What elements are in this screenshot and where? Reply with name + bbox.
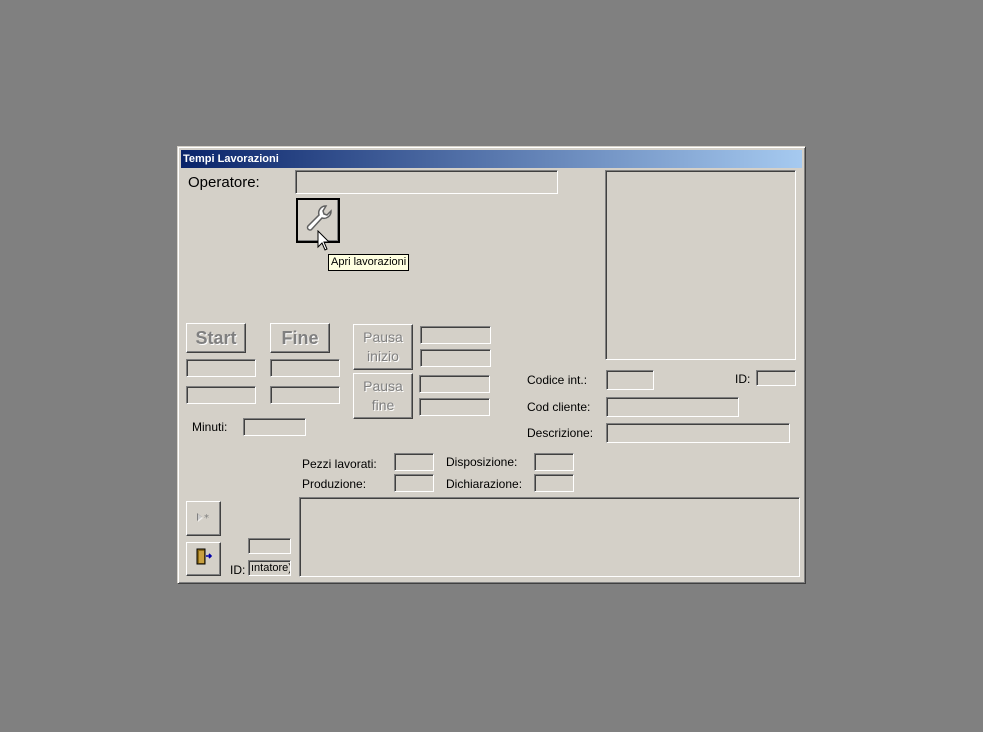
pausa-fine-field-2[interactable] xyxy=(419,398,490,416)
tempi-lavorazioni-window: Tempi Lavorazioni Operatore: Apri lavora… xyxy=(177,146,806,584)
footer-field-top[interactable] xyxy=(248,538,291,554)
start-button[interactable]: Start xyxy=(186,323,246,353)
disposizione-label: Disposizione: xyxy=(446,455,518,469)
pezzi-lavorati-field[interactable] xyxy=(394,453,434,471)
pausa-inizio-button[interactable]: Pausa inizio xyxy=(353,324,413,370)
pausa-fine-button[interactable]: Pausa fine xyxy=(353,373,413,419)
minuti-field[interactable] xyxy=(243,418,306,436)
fine-time-field[interactable] xyxy=(270,386,340,404)
title-bar[interactable]: Tempi Lavorazioni xyxy=(181,150,802,168)
notes-area[interactable] xyxy=(299,497,800,577)
footer-id-field[interactable]: ıntatore) xyxy=(248,560,291,576)
tooltip: Apri lavorazioni xyxy=(328,254,410,271)
dichiarazione-field[interactable] xyxy=(534,474,574,492)
start-date-field[interactable] xyxy=(186,359,256,377)
dichiarazione-label: Dichiarazione: xyxy=(446,477,523,491)
fine-date-field[interactable] xyxy=(270,359,340,377)
pausa-inizio-field-1[interactable] xyxy=(420,326,491,344)
operator-field[interactable] xyxy=(295,170,558,194)
record-id-field[interactable] xyxy=(756,370,796,386)
pausa-inizio-line2: inizio xyxy=(367,348,399,364)
fine-button[interactable]: Fine xyxy=(270,323,330,353)
pausa-fine-field-1[interactable] xyxy=(419,375,490,393)
produzione-field[interactable] xyxy=(394,474,434,492)
disposizione-field[interactable] xyxy=(534,453,574,471)
descrizione-field[interactable] xyxy=(606,423,790,443)
exit-button[interactable] xyxy=(186,542,221,576)
pausa-fine-line2: fine xyxy=(371,397,395,413)
svg-text:*: * xyxy=(204,513,209,523)
cod-cliente-label: Cod cliente: xyxy=(527,400,591,414)
pausa-inizio-line1: Pausa xyxy=(363,329,403,345)
new-record-button[interactable]: * xyxy=(186,501,221,536)
image-frame xyxy=(605,170,796,360)
descrizione-label: Descrizione: xyxy=(527,426,594,440)
exit-door-icon xyxy=(194,547,214,572)
footer-id-label: ID: xyxy=(230,563,246,577)
pausa-fine-line1: Pausa xyxy=(363,378,403,394)
mouse-cursor-icon xyxy=(317,229,331,257)
operator-label: Operatore: xyxy=(188,174,260,191)
record-id-label: ID: xyxy=(735,372,751,386)
start-time-field[interactable] xyxy=(186,386,256,404)
cod-cliente-field[interactable] xyxy=(606,397,739,417)
minuti-label: Minuti: xyxy=(192,420,228,434)
pezzi-lavorati-label: Pezzi lavorati: xyxy=(302,457,377,471)
pausa-inizio-field-2[interactable] xyxy=(420,349,491,367)
produzione-label: Produzione: xyxy=(302,477,367,491)
codice-int-field[interactable] xyxy=(606,370,654,390)
codice-int-label: Codice int.: xyxy=(527,373,588,387)
new-record-icon: * xyxy=(194,510,214,528)
